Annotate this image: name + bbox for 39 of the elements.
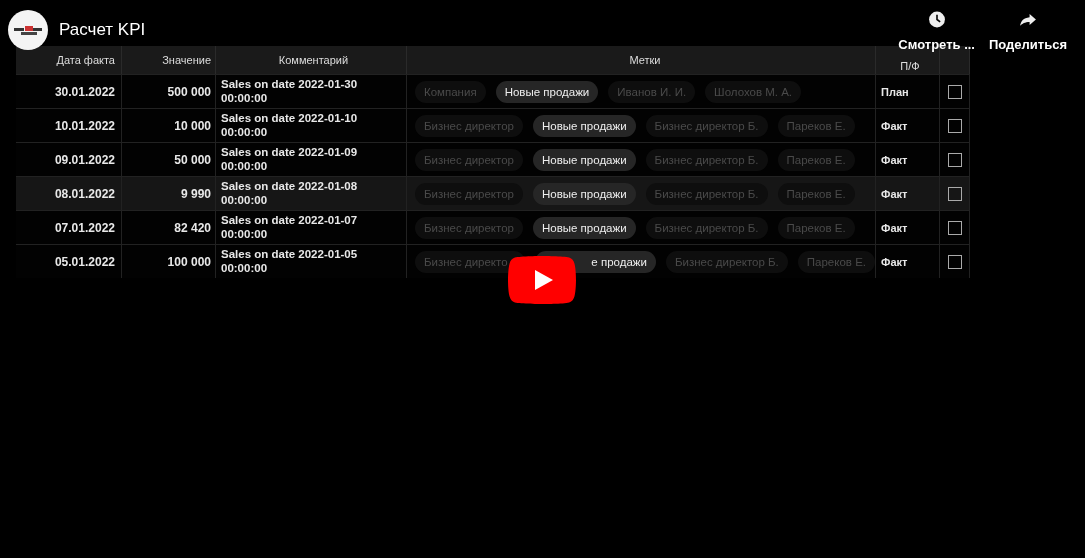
date-cell: 10.01.2022	[54, 118, 115, 133]
type-cell: Факт	[881, 221, 908, 234]
checkbox[interactable]	[947, 254, 962, 269]
tag-chip[interactable]: Новые продажи	[532, 114, 636, 137]
type-cell: Факт	[881, 255, 908, 268]
checkbox[interactable]	[947, 84, 962, 99]
tag-chip[interactable]: Новые продажи	[532, 148, 636, 171]
type-cell: Факт	[881, 187, 908, 200]
type-cell: План	[881, 85, 909, 98]
checkbox[interactable]	[947, 186, 962, 201]
share-button[interactable]: Поделиться	[988, 10, 1067, 52]
type-cell: Факт	[881, 153, 908, 166]
checkbox[interactable]	[947, 220, 962, 235]
value-cell: 50 000	[174, 152, 211, 167]
comment-cell-text: Sales on date 2022-01-30 00:00:00	[221, 78, 359, 105]
value-cell: 100 000	[167, 254, 211, 269]
tag-chip[interactable]: Новые продажи	[532, 216, 636, 239]
channel-avatar[interactable]	[8, 10, 48, 50]
date-cell: 07.01.2022	[54, 220, 115, 235]
date-cell: 05.01.2022	[54, 254, 115, 269]
comment-cell-text: Sales on date 2022-01-05 00:00:00	[221, 248, 359, 275]
date-cell: 08.01.2022	[54, 186, 115, 201]
date-cell: 09.01.2022	[54, 152, 115, 167]
play-button[interactable]	[508, 256, 576, 304]
tag-chip[interactable]: Новые продажи	[495, 80, 599, 103]
video-title[interactable]: Расчет KPI	[59, 20, 146, 40]
date-cell: 30.01.2022	[54, 84, 115, 99]
checkbox[interactable]	[947, 118, 962, 133]
comment-cell-text: Sales on date 2022-01-09 00:00:00	[221, 146, 359, 173]
tag-chip[interactable]: Новые продажи	[532, 182, 636, 205]
value-cell: 10 000	[174, 118, 211, 133]
value-cell: 82 420	[174, 220, 211, 235]
type-cell: Факт	[881, 119, 908, 132]
comment-cell-text: Sales on date 2022-01-10 00:00:00	[221, 112, 359, 139]
value-cell: 9 990	[180, 186, 211, 201]
comment-cell-text: Sales on date 2022-01-07 00:00:00	[221, 214, 359, 241]
checkbox[interactable]	[947, 152, 962, 167]
value-cell: 500 000	[167, 84, 211, 99]
comment-cell-text: Sales on date 2022-01-08 00:00:00	[221, 180, 359, 207]
